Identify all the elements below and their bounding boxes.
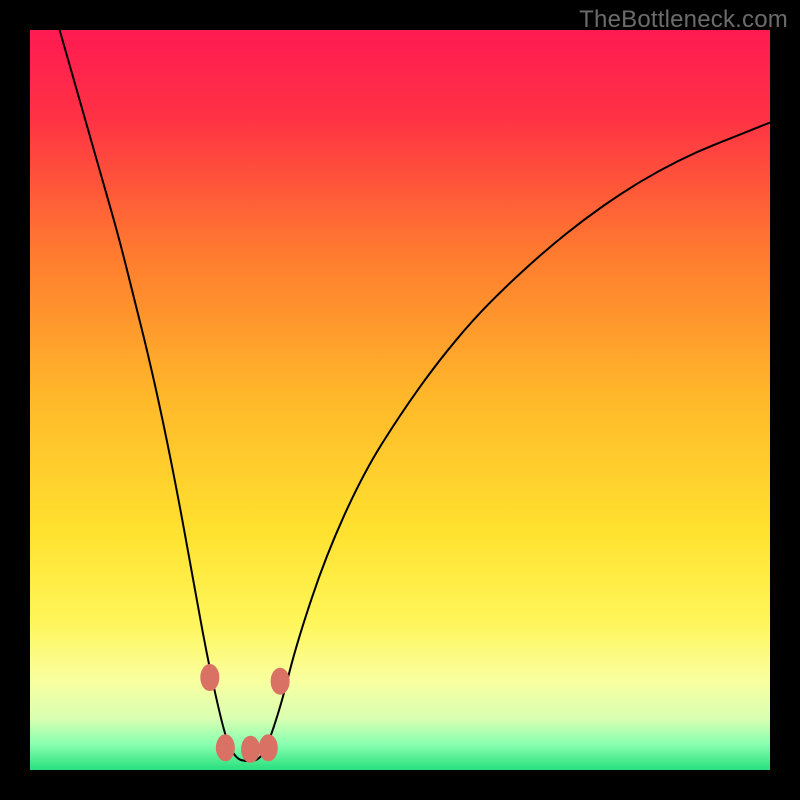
- chart-canvas: [30, 30, 770, 770]
- chart-background: [30, 30, 770, 770]
- highlight-marker: [201, 665, 219, 691]
- highlight-marker: [216, 735, 234, 761]
- highlight-marker: [242, 736, 260, 762]
- chart-frame: [30, 30, 770, 770]
- highlight-marker: [259, 735, 277, 761]
- highlight-marker: [271, 668, 289, 694]
